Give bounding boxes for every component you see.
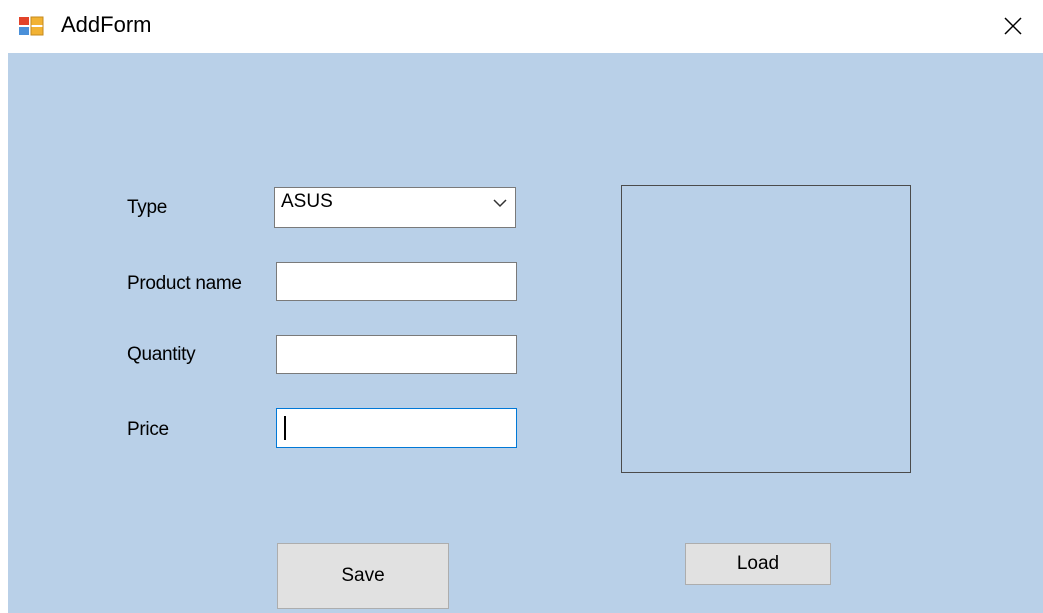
window-title: AddForm — [61, 12, 152, 37]
quantity-label: Quantity — [127, 344, 196, 365]
text-caret — [284, 416, 286, 440]
type-combobox[interactable]: ASUS — [274, 187, 516, 228]
load-button[interactable]: Load — [685, 543, 831, 585]
quantity-input[interactable] — [276, 335, 517, 374]
title-bar: AddForm — [0, 0, 1043, 52]
close-button[interactable] — [983, 0, 1043, 52]
product-name-input[interactable] — [276, 262, 517, 301]
close-icon — [1004, 17, 1022, 35]
type-label: Type — [127, 197, 167, 218]
price-label: Price — [127, 419, 169, 440]
type-combobox-value: ASUS — [281, 191, 333, 212]
price-input[interactable] — [276, 408, 517, 448]
product-name-label: Product name — [127, 273, 242, 294]
form-client-area: Type ASUS Product name Quantity Price Sa… — [8, 53, 1043, 613]
form-app-icon — [19, 16, 44, 36]
product-image-box — [621, 185, 911, 473]
save-button[interactable]: Save — [277, 543, 449, 609]
chevron-down-icon — [493, 199, 507, 208]
